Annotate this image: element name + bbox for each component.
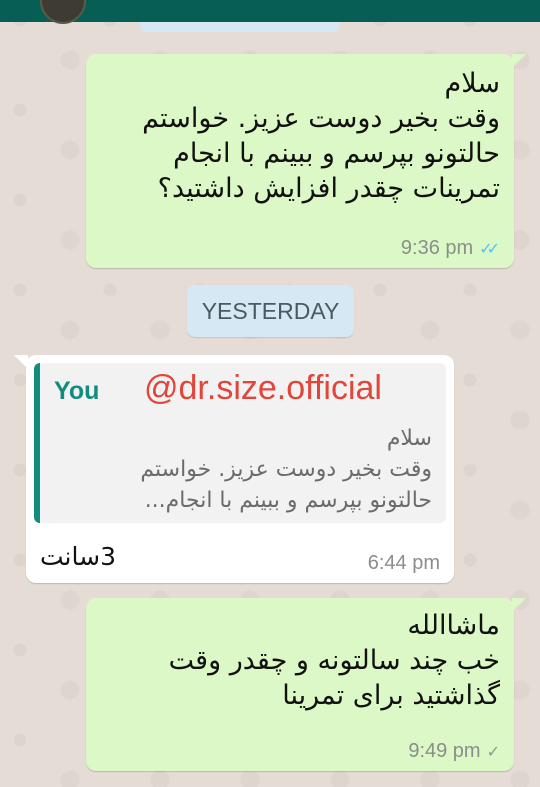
quoted-message[interactable]: You @dr.size.official سلام وقت بخیر دوست… (34, 363, 446, 523)
message-meta: 9:36 pm ✓✓ (401, 237, 500, 260)
outgoing-message-bubble[interactable]: ماشاالله خب چند سالتونه و چقدر وقت گذاشت… (86, 598, 526, 771)
date-separator: YESTERDAY (187, 285, 354, 337)
quote-text: سلام وقت بخیر دوست عزیز. خواستم حالتونو … (140, 426, 432, 513)
bubble-tail (14, 355, 28, 369)
message-time: 6:44 pm (367, 552, 440, 574)
bubble-tail (512, 54, 526, 68)
message-text: 3سانت (40, 542, 116, 571)
bubble-tail (512, 598, 526, 612)
message-meta: 6:44 pm (368, 552, 440, 575)
quote-accent-bar (34, 363, 40, 523)
outgoing-message-bubble[interactable]: سلام وقت بخیر دوست عزیز. خواستم حالتونو … (86, 54, 526, 268)
message-meta: 9:49 pm ✓ (408, 740, 500, 763)
single-check-icon: ✓ (486, 743, 500, 761)
watermark: @dr.size.official (144, 369, 382, 407)
message-text: ماشاالله خب چند سالتونه و چقدر وقت گذاشت… (168, 610, 500, 711)
message-text: سلام وقت بخیر دوست عزیز. خواستم حالتونو … (142, 68, 500, 204)
previous-date-chip (140, 22, 340, 32)
chat-header (0, 0, 540, 24)
message-time: 9:36 pm (400, 237, 474, 259)
incoming-message-bubble[interactable]: You @dr.size.official سلام وقت بخیر دوست… (14, 355, 454, 583)
quote-author: You (54, 377, 100, 405)
double-check-icon: ✓✓ (479, 240, 500, 258)
message-time: 9:49 pm (408, 740, 481, 762)
contact-avatar[interactable] (40, 0, 86, 24)
